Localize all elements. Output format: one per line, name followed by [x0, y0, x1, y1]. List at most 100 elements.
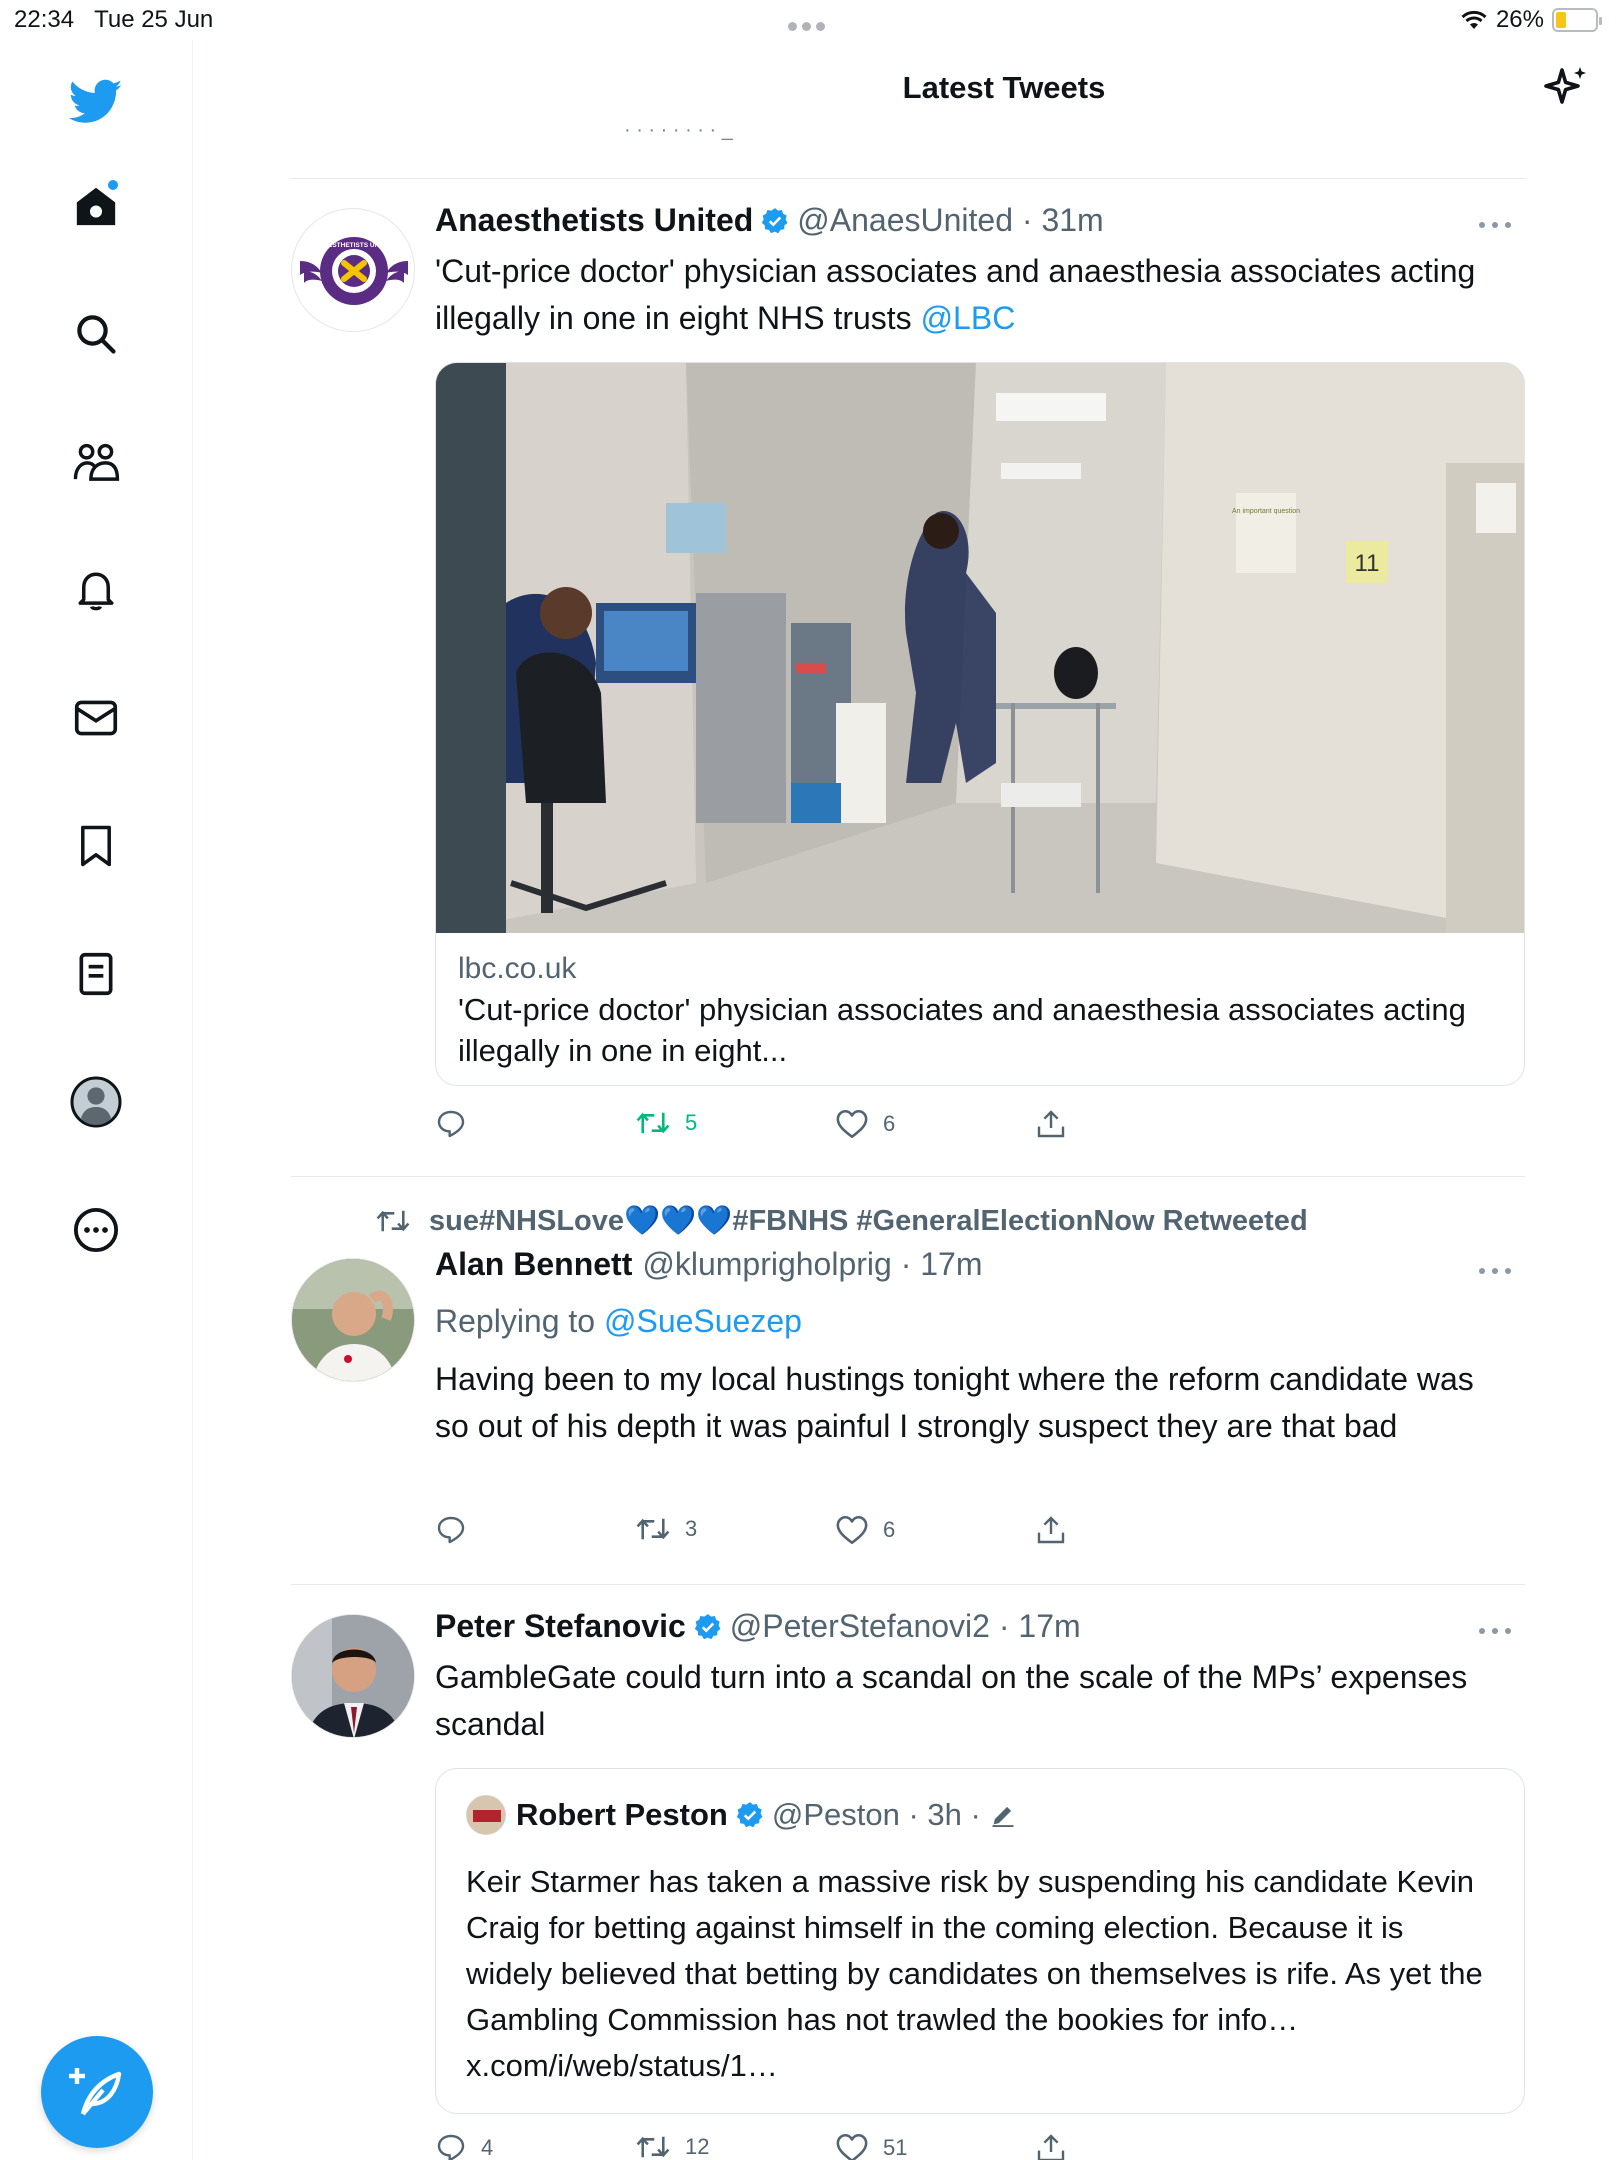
feather-plus-icon — [69, 2068, 122, 2116]
like-button[interactable]: 6 — [835, 1514, 895, 1546]
tweet[interactable]: ANAESTHETISTS UNITED Anaesthetists Unite… — [291, 178, 1525, 1178]
quoted-tweet-time[interactable]: 3h — [927, 1797, 961, 1833]
retweet-icon — [636, 1112, 670, 1134]
avatar[interactable] — [291, 1614, 415, 1738]
quoted-tweet-header: Robert Peston @Peston · 3h · — [466, 1795, 1017, 1835]
nav-more[interactable] — [64, 1198, 128, 1262]
tweet-text: GambleGate could turn into a scandal on … — [435, 1659, 1468, 1742]
multitasking-dots[interactable] — [788, 18, 836, 31]
tweet-time[interactable]: 17m — [920, 1246, 982, 1283]
status-indicators: 26% — [1460, 6, 1602, 34]
nav-explore[interactable] — [64, 302, 128, 366]
tweet[interactable]: Peter Stefanovic @PeterStefanovi2 · 17m … — [291, 1584, 1525, 2160]
link-card[interactable]: 11 An important question lbc.co.uk 'Cut-… — [435, 362, 1525, 1086]
list-icon — [79, 952, 113, 996]
replying-to-link[interactable]: @SueSuezep — [604, 1303, 802, 1339]
retweet-icon — [636, 1518, 670, 1540]
link-card-body: lbc.co.uk 'Cut-price doctor' physician a… — [436, 933, 1524, 1085]
like-button[interactable]: 51 — [835, 2132, 907, 2160]
tweet[interactable]: sue#NHSLove💙💙💙#FBNHS #GeneralElectionNow… — [291, 1176, 1525, 1584]
author-handle[interactable]: @AnaesUnited — [797, 202, 1013, 239]
reply-button[interactable]: 4 — [435, 2132, 493, 2160]
retweet-button[interactable]: 5 — [635, 1108, 697, 1138]
more-options-icon[interactable] — [1479, 222, 1511, 232]
bookmark-icon — [81, 825, 111, 867]
reply-icon — [437, 1516, 465, 1544]
anaesthetists-united-logo: ANAESTHETISTS UNITED — [300, 237, 408, 305]
retweet-count: 3 — [685, 1516, 698, 1541]
nav-lists[interactable] — [64, 942, 128, 1006]
tweet-actions: 4 12 51 — [435, 2132, 1135, 2160]
author-name[interactable]: Alan Bennett — [435, 1246, 632, 1283]
reply-button[interactable] — [435, 1514, 481, 1546]
sign-number: 11 — [1355, 550, 1380, 577]
author-handle[interactable]: @klumprigholprig — [642, 1246, 891, 1283]
retweeted-by-label[interactable]: sue#NHSLove💙💙💙#FBNHS #GeneralElectionNow… — [375, 1204, 1308, 1238]
avatar[interactable] — [291, 1258, 415, 1382]
battery-icon — [1552, 8, 1602, 32]
retweet-count: 5 — [685, 1110, 698, 1135]
author-name[interactable]: Anaesthetists United — [435, 202, 753, 239]
tweet-text: Having been to my local hustings tonight… — [435, 1361, 1474, 1444]
share-button[interactable] — [1035, 2132, 1067, 2160]
more-options-icon[interactable] — [1479, 1268, 1511, 1278]
nav-profile[interactable] — [64, 1070, 128, 1134]
mail-icon — [74, 700, 118, 736]
battery-percent: 26% — [1495, 6, 1544, 33]
retweet-icon — [376, 1210, 410, 1232]
reply-icon — [437, 2134, 465, 2160]
tweet-header: Alan Bennett @klumprigholprig · 17m — [435, 1246, 983, 1283]
nav-communities[interactable] — [64, 430, 128, 494]
heart-icon — [836, 2133, 868, 2160]
quoted-avatar[interactable] — [466, 1795, 506, 1835]
sidebar — [0, 40, 193, 2160]
avatar[interactable]: ANAESTHETISTS UNITED — [291, 208, 415, 332]
separator-dot: · — [891, 1246, 921, 1282]
heart-icon — [836, 1109, 868, 1139]
reply-button[interactable] — [435, 1108, 481, 1140]
quoted-tweet[interactable]: Robert Peston @Peston · 3h · Keir Starme… — [435, 1768, 1525, 2114]
quoted-author-name[interactable]: Robert Peston — [516, 1797, 728, 1833]
link-card-image: 11 An important question — [436, 363, 1524, 933]
like-count: 6 — [883, 1111, 896, 1136]
nav-notifications[interactable] — [64, 558, 128, 622]
bell-icon — [78, 572, 114, 611]
verified-badge-icon — [694, 1613, 722, 1641]
retweet-count: 12 — [685, 2134, 710, 2159]
status-time: 22:34 Tue 25 Jun — [14, 6, 214, 33]
nav-home[interactable] — [64, 174, 128, 238]
page-title: Latest Tweets — [902, 70, 1106, 105]
edited-pencil-icon — [992, 1806, 1014, 1828]
author-handle[interactable]: @PeterStefanovi2 — [730, 1608, 990, 1645]
tweet-actions: 5 6 — [435, 1108, 1135, 1148]
nav-bookmarks[interactable] — [64, 814, 128, 878]
compose-tweet-button[interactable] — [41, 2036, 153, 2148]
sign-text: An important question — [1232, 508, 1300, 515]
replying-to: Replying to @SueSuezep — [435, 1303, 802, 1339]
like-button[interactable]: 6 — [835, 1108, 895, 1140]
quoted-tweet-text: Keir Starmer has taken a massive risk by… — [466, 1864, 1483, 2083]
tweet-time[interactable]: 17m — [1018, 1608, 1080, 1645]
quoted-author-handle[interactable]: @Peston — [772, 1797, 900, 1833]
retweet-button[interactable]: 12 — [635, 2132, 709, 2160]
share-button[interactable] — [1035, 1514, 1067, 1546]
link-card-domain: lbc.co.uk — [458, 952, 577, 985]
tweet-actions: 3 6 — [435, 1514, 1135, 1554]
more-options-icon[interactable] — [1479, 1628, 1511, 1638]
twitter-logo[interactable] — [64, 70, 128, 134]
wifi-icon — [1461, 10, 1487, 29]
reply-icon — [437, 1110, 465, 1138]
nav-messages[interactable] — [64, 686, 128, 750]
link-card-title: 'Cut-price doctor' physician associates … — [458, 992, 1466, 1068]
share-icon — [1037, 1516, 1065, 1544]
share-button[interactable] — [1035, 1108, 1067, 1140]
retweet-button[interactable]: 3 — [635, 1514, 697, 1544]
author-name[interactable]: Peter Stefanovic — [435, 1608, 686, 1645]
mention-link[interactable]: @LBC — [921, 300, 1016, 336]
more-circle-icon — [73, 1207, 119, 1253]
peter-stefanovic-photo — [292, 1615, 414, 1737]
sparkle-icon[interactable] — [1542, 64, 1590, 112]
alan-bennett-photo — [292, 1259, 414, 1381]
peston-logo — [467, 1796, 505, 1834]
tweet-time[interactable]: 31m — [1041, 202, 1103, 239]
